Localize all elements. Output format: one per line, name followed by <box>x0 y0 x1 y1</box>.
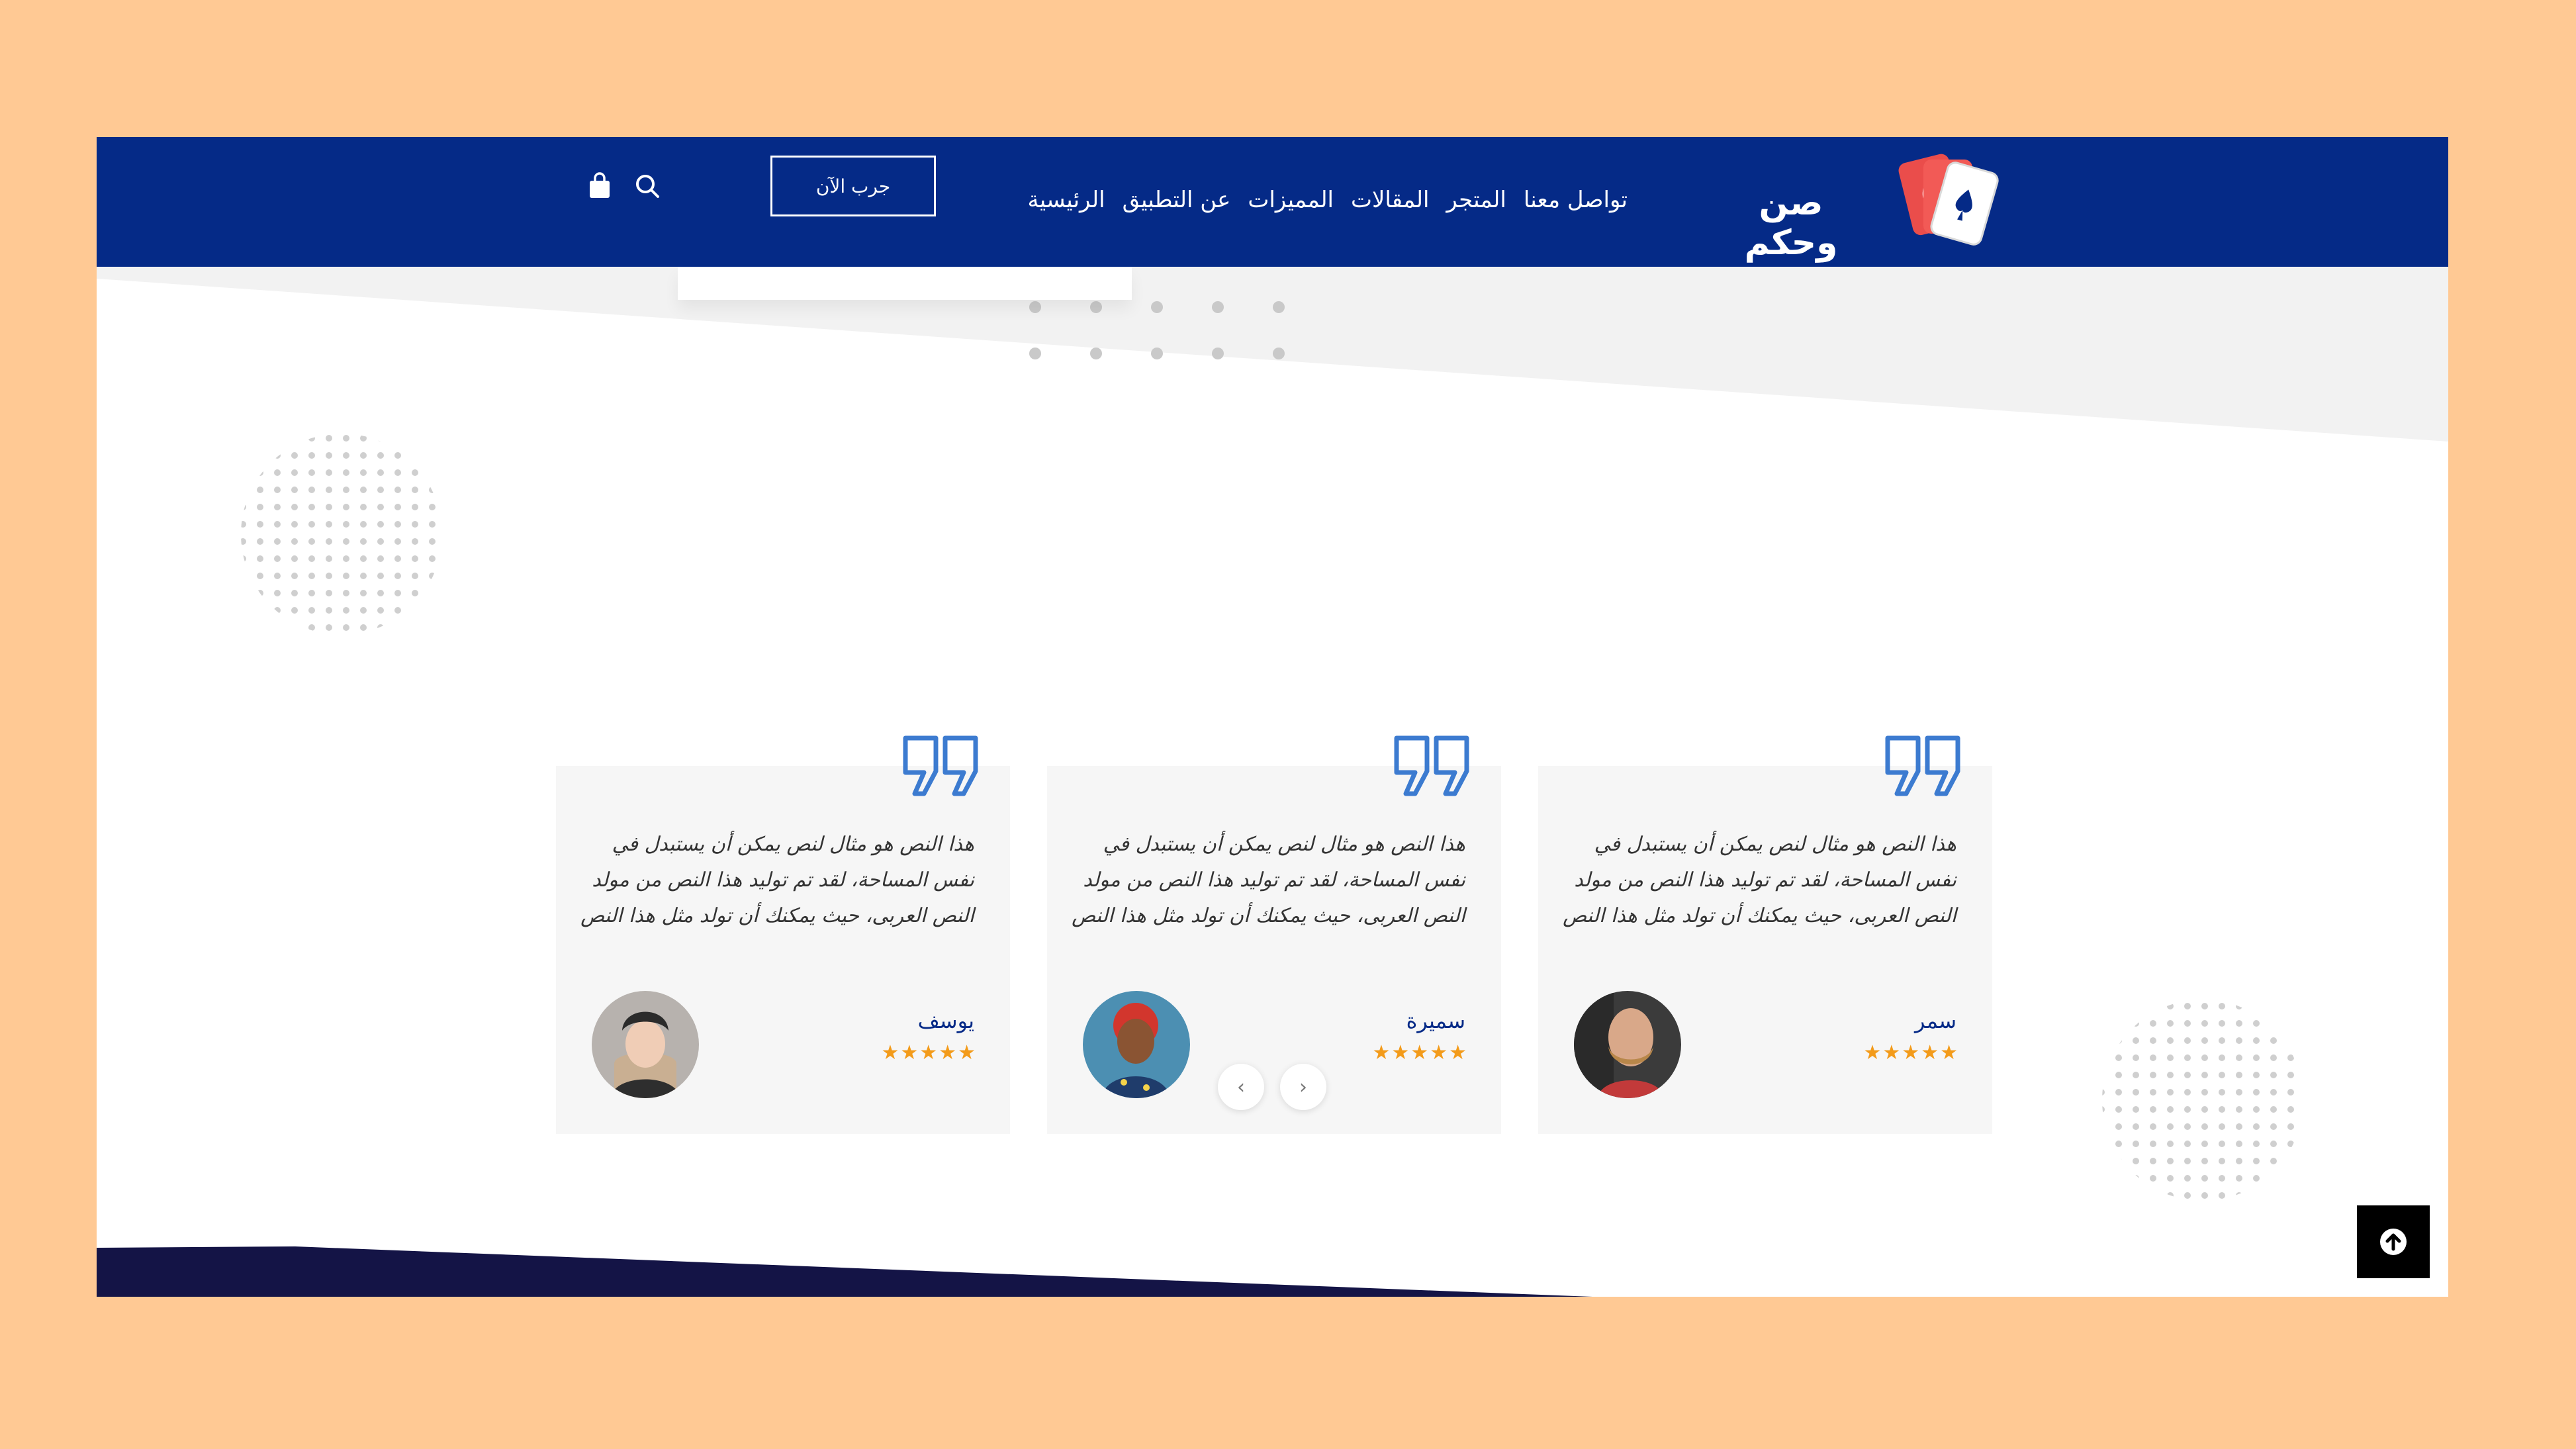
avatar <box>1083 991 1190 1098</box>
brand-name: صن وحكم <box>1744 183 1838 263</box>
site-header: صن وحكم الرئيسية عن التطبيق المميزات الم… <box>97 137 2448 267</box>
scroll-to-top-button[interactable] <box>2357 1205 2430 1278</box>
overlapping-panel <box>678 267 1132 300</box>
author-name: سميرة <box>1406 1008 1465 1033</box>
dotted-circle-right <box>2102 1000 2303 1201</box>
shopping-bag-icon[interactable] <box>586 171 613 203</box>
avatar <box>1574 991 1681 1098</box>
slider-prev-arrow[interactable]: ‹ <box>1218 1064 1264 1110</box>
quote-icon <box>901 735 981 799</box>
author-name: يوسف <box>917 1008 974 1033</box>
rating-stars: ★★★★★ <box>881 1041 977 1064</box>
author-name: سمر <box>1915 1008 1956 1033</box>
slider-next-arrow[interactable]: › <box>1280 1064 1326 1110</box>
page-frame: صن وحكم الرئيسية عن التطبيق المميزات الم… <box>97 137 2448 1297</box>
quote-icon <box>1393 735 1472 799</box>
main-nav: الرئيسية عن التطبيق المميزات المقالات ال… <box>1027 177 1628 223</box>
dotted-circle-left <box>241 434 442 635</box>
search-icon[interactable] <box>633 171 662 203</box>
avatar <box>592 991 699 1098</box>
nav-features[interactable]: المميزات <box>1248 187 1334 213</box>
nav-contact[interactable]: تواصل معنا <box>1524 187 1628 213</box>
quote-icon <box>1884 735 1963 799</box>
nav-articles[interactable]: المقالات <box>1351 187 1429 213</box>
testimonials-section: هذا النص هو مثال لنص يمكن أن يستبدل في ن… <box>556 627 1992 1137</box>
rating-stars: ★★★★★ <box>1372 1041 1468 1064</box>
testimonial-text: هذا النص هو مثال لنص يمكن أن يستبدل في ن… <box>1072 833 1465 927</box>
nav-store[interactable]: المتجر <box>1446 187 1506 213</box>
testimonial-card: هذا النص هو مثال لنص يمكن أن يستبدل في ن… <box>1047 735 1501 1134</box>
brand-logo[interactable]: صن وحكم <box>1718 150 2089 263</box>
testimonial-card: هذا النص هو مثال لنص يمكن أن يستبدل في ن… <box>1538 735 1992 1134</box>
testimonial-text: هذا النص هو مثال لنص يمكن أن يستبدل في ن… <box>580 833 974 927</box>
playing-cards-icon <box>1898 154 1999 246</box>
rating-stars: ★★★★★ <box>1863 1041 1959 1064</box>
try-now-button[interactable]: جرب الآن <box>770 156 936 216</box>
testimonial-text: هذا النص هو مثال لنص يمكن أن يستبدل في ن… <box>1563 833 1956 927</box>
testimonial-card: هذا النص هو مثال لنص يمكن أن يستبدل في ن… <box>556 735 1010 1134</box>
footer-wedge <box>97 1246 1592 1297</box>
nav-about-app[interactable]: عن التطبيق <box>1123 187 1231 213</box>
nav-home[interactable]: الرئيسية <box>1027 187 1105 213</box>
arrow-up-circle-icon <box>2380 1229 2407 1255</box>
